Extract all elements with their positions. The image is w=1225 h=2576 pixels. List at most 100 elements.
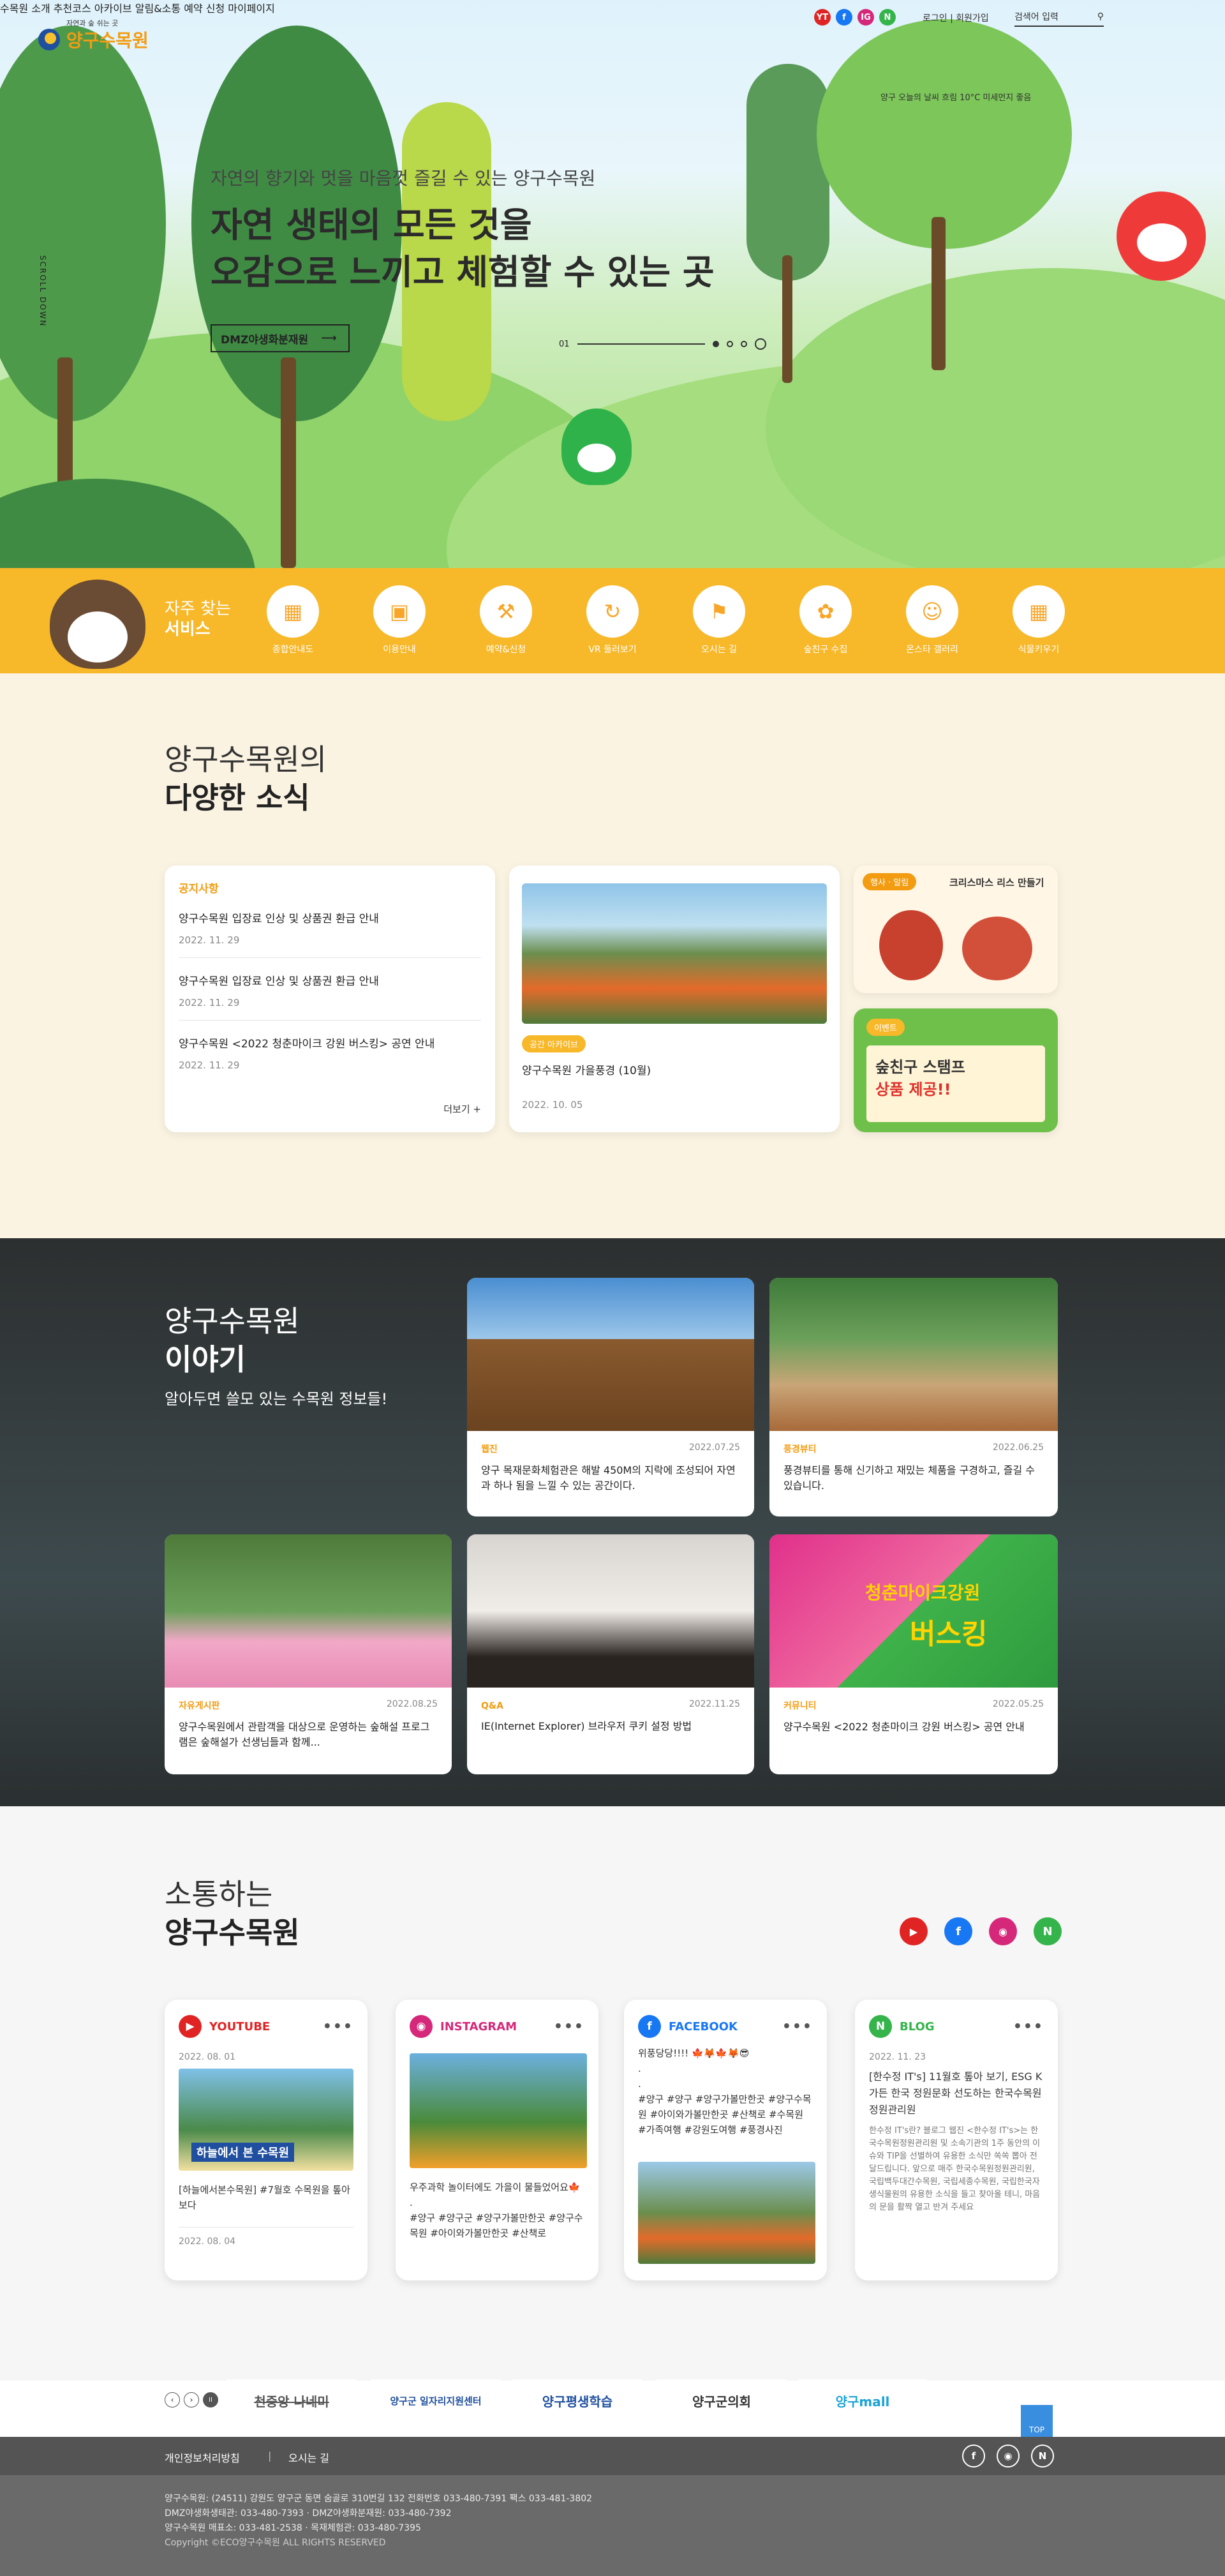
login-link[interactable]: 로그인 | 회원가입 bbox=[923, 11, 989, 24]
instagram-icon: ◉ bbox=[410, 2015, 433, 2038]
slide-progress bbox=[577, 343, 705, 345]
search-box[interactable]: 검색어 입력 ⚲ bbox=[1014, 8, 1104, 27]
scroll-down-indicator[interactable]: SCROLL DOWN bbox=[38, 255, 47, 327]
directions-link[interactable]: 오시는 길 bbox=[288, 2450, 329, 2465]
more-options-icon[interactable]: ••• bbox=[782, 2019, 813, 2035]
sns-date: 2022. 08. 01 bbox=[179, 2052, 236, 2062]
arrow-right-icon: ⟶ bbox=[321, 332, 337, 345]
search-icon[interactable]: ⚲ bbox=[1097, 11, 1104, 22]
notice-label: 공지사항 bbox=[179, 883, 219, 895]
quick-item-guide[interactable]: ▣ 이용안내 bbox=[361, 585, 438, 655]
story-card-webzine[interactable]: 웹진 2022.07.25 양구 목재문화체험관은 해발 450M의 지락에 조성되… bbox=[467, 1278, 754, 1516]
pause-icon[interactable]: II bbox=[203, 2392, 218, 2408]
playground-photo bbox=[769, 1278, 1058, 1431]
menu-notice[interactable]: 알림&소통 bbox=[135, 3, 181, 15]
slide-dot[interactable] bbox=[726, 341, 733, 347]
banner-link[interactable]: 양구군 일자리지원센터 bbox=[369, 2379, 503, 2422]
facebook-icon[interactable]: f bbox=[962, 2445, 985, 2467]
next-arrow-icon[interactable]: › bbox=[184, 2392, 199, 2408]
quick-item-vr[interactable]: ↻ VR 둘러보기 bbox=[574, 585, 651, 655]
notice-row[interactable]: 양구수목원 입장료 인상 및 상품권 환급 안내 2022. 11. 29 bbox=[179, 958, 481, 1021]
event-tag: 행사 · 알림 bbox=[863, 873, 917, 890]
event-card-1[interactable]: 행사 · 알림 크리스마스 리스 만들기 bbox=[854, 865, 1058, 993]
naver-icon[interactable]: N bbox=[1034, 1917, 1062, 1945]
quick-item-directions[interactable]: ⚑ 오시는 길 bbox=[681, 585, 757, 655]
quick-item-plants[interactable]: ▦ 식물키우기 bbox=[1000, 585, 1077, 655]
slide-dot[interactable] bbox=[740, 341, 747, 347]
event-title-line1: 숲친구 스탬프 bbox=[875, 1058, 965, 1076]
photo-news-card[interactable]: 공간 아카이브 양구수목원 가을풍경 (10월) 2022. 10. 05 bbox=[509, 865, 840, 1132]
quick-item-label: 온스타 갤러리 bbox=[906, 645, 958, 655]
hero-title-line2: 오감으로 느끼고 체험할 수 있는 곳 bbox=[211, 252, 715, 292]
menu-course[interactable]: 추천코스 bbox=[54, 3, 91, 15]
youtube-icon[interactable]: YT bbox=[814, 9, 831, 26]
notice-row[interactable]: 양구수목원 입장료 인상 및 상품권 환급 안내 2022. 11. 29 bbox=[179, 895, 481, 958]
naver-icon[interactable]: N bbox=[1031, 2445, 1054, 2467]
banner-link[interactable]: 양구mall bbox=[796, 2379, 929, 2422]
notice-card: 공지사항 양구수목원 입장료 인상 및 상품권 환급 안내 2022. 11. 2… bbox=[165, 865, 495, 1132]
more-options-icon[interactable]: ••• bbox=[323, 2019, 353, 2035]
facebook-icon[interactable]: f bbox=[836, 9, 852, 26]
story-text: 양구수목원에서 관람객을 대상으로 운영하는 숲해설 프로그램은 숲해설가 선생… bbox=[179, 1721, 430, 1748]
more-options-icon[interactable]: ••• bbox=[1013, 2019, 1044, 2035]
prev-arrow-icon[interactable]: ‹ bbox=[165, 2392, 180, 2408]
story-text: 양구수목원 <2022 청춘마이크 강원 버스킹> 공연 안내 bbox=[783, 1721, 1025, 1733]
banner-link[interactable]: 양구군의회 bbox=[655, 2379, 789, 2422]
quick-item-label: VR 둘러보기 bbox=[588, 645, 637, 655]
weather-info: 양구 오늘의 날씨 흐림 10°C 미세먼지 좋음 bbox=[880, 93, 1032, 103]
banner-link[interactable]: 천중앙 나네미 bbox=[225, 2379, 359, 2422]
event-card-2[interactable]: 이벤트 숲친구 스탬프 상품 제공!! bbox=[854, 1008, 1058, 1132]
story-category: 자유게시판 bbox=[179, 1701, 220, 1711]
hero-button[interactable]: DMZ야생화분재원 ⟶ bbox=[211, 324, 350, 352]
quick-item-label: 이용안내 bbox=[383, 645, 416, 655]
story-card-view[interactable]: 풍경뷰티 2022.06.25 풍경뷰티를 통해 신기하고 재밌는 체품을 구경하고… bbox=[769, 1278, 1058, 1516]
quick-title: 자주 찾는 서비스 bbox=[165, 599, 231, 640]
quick-item-collect[interactable]: ✿ 숲친구 수집 bbox=[787, 585, 864, 655]
instagram-icon[interactable]: ◉ bbox=[989, 1917, 1017, 1945]
story-category: 웹진 bbox=[481, 1444, 498, 1455]
story-card-qna[interactable]: Q&A 2022.11.25 IE(Internet Explorer) 브라우저 … bbox=[467, 1534, 754, 1774]
story-card-board[interactable]: 자유게시판 2022.08.25 양구수목원에서 관람객을 대상으로 운영하는 숲해… bbox=[165, 1534, 452, 1774]
slide-indicator: 01 bbox=[559, 338, 766, 350]
notice-row[interactable]: 양구수목원 <2022 청춘마이크 강원 버스킹> 공연 안내 2022. 11.… bbox=[179, 1021, 481, 1082]
notice-title: 양구수목원 입장료 인상 및 상품권 환급 안내 bbox=[179, 913, 379, 925]
quick-item-gallery[interactable]: ☺ 온스타 갤러리 bbox=[894, 585, 970, 655]
instagram-icon[interactable]: IG bbox=[858, 9, 874, 26]
vr-icon: ↻ bbox=[586, 585, 639, 638]
instagram-icon[interactable]: ◉ bbox=[997, 2445, 1020, 2467]
menu-about[interactable]: 수목원 소개 bbox=[0, 3, 50, 15]
story-card-community[interactable]: 청춘마이크강원 버스킹 커뮤니티 2022.05.25 양구수목원 <2022 청춘… bbox=[769, 1534, 1058, 1774]
hill bbox=[766, 268, 1225, 568]
pinwheel-path-photo bbox=[165, 1534, 452, 1688]
more-link[interactable]: 더보기 + bbox=[443, 1102, 481, 1116]
poster-text-line2: 버스킹 bbox=[910, 1618, 988, 1651]
instagram-card[interactable]: ◉ INSTAGRAM ••• 우주과학 놀이터에도 가을이 물들었어요🍁 . #양… bbox=[396, 2000, 598, 2280]
blog-card[interactable]: N BLOG ••• 2022. 11. 23 [한수정 IT's] 11월호 톺아… bbox=[855, 2000, 1058, 2280]
banner-link[interactable]: 양구평생학습 bbox=[510, 2379, 644, 2422]
youtube-icon[interactable]: ▶ bbox=[900, 1917, 928, 1945]
facebook-icon[interactable]: f bbox=[944, 1917, 972, 1945]
quick-item-map[interactable]: ▦ 종합안내도 bbox=[255, 585, 331, 655]
slide-dot[interactable] bbox=[712, 341, 719, 347]
child-photo bbox=[467, 1534, 754, 1688]
facebook-card[interactable]: f FACEBOOK ••• 위풍당당!!!! 🍁🦊🍁🦊😎 . . #양구 #양구 … bbox=[624, 2000, 827, 2280]
site-logo[interactable]: 자연과 숲 쉬는 곳 양구수목원 bbox=[38, 19, 149, 52]
youtube-card[interactable]: ▶ YOUTUBE ••• 2022. 08. 01 하늘에서 본 수목원 [하늘에… bbox=[165, 2000, 368, 2280]
quick-title-line1: 자주 찾는 bbox=[165, 599, 231, 618]
privacy-link[interactable]: 개인정보처리방침 bbox=[165, 2450, 240, 2465]
menu-reservation[interactable]: 예약 신청 bbox=[184, 3, 225, 15]
hero-section: 자연과 숲 쉬는 곳 양구수목원 수목원 소개 추천코스 아카이브 알림&소통 … bbox=[0, 0, 1225, 568]
top-button[interactable]: TOP bbox=[1021, 2405, 1053, 2438]
naver-icon[interactable]: N bbox=[879, 9, 896, 26]
more-options-icon[interactable]: ••• bbox=[554, 2019, 584, 2035]
sns-text: 우주과학 놀이터에도 가을이 물들었어요🍁 . #양구 #양구군 #양구가볼만한… bbox=[410, 2182, 583, 2239]
menu-mypage[interactable]: 마이페이지 bbox=[228, 3, 275, 15]
sns-date: 2022. 08. 04 bbox=[179, 2227, 353, 2247]
pause-icon[interactable] bbox=[754, 338, 766, 350]
search-input[interactable]: 검색어 입력 bbox=[1014, 10, 1058, 23]
logo-name: 양구수목원 bbox=[66, 30, 149, 51]
photo-tag: 공간 아카이브 bbox=[522, 1035, 586, 1052]
menu-archive[interactable]: 아카이브 bbox=[94, 3, 132, 15]
stamp-board: 숲친구 스탬프 상품 제공!! bbox=[866, 1045, 1045, 1122]
quick-item-reservation[interactable]: ⚒ 예약&신청 bbox=[468, 585, 544, 655]
